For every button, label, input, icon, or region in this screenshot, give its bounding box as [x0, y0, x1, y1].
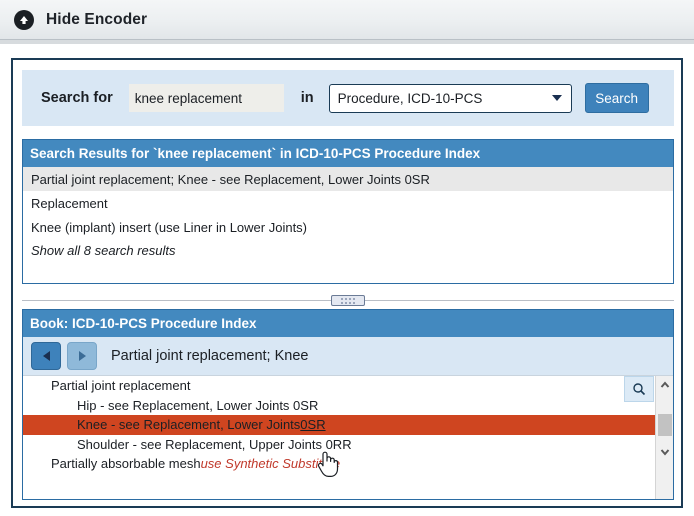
search-button[interactable]: Search: [584, 83, 649, 113]
chevron-down-icon: [551, 95, 562, 101]
circle-up-arrow-icon[interactable]: [14, 9, 34, 30]
book-panel-header: Book: ICD-10-PCS Procedure Index: [23, 310, 673, 337]
grip-dots: [353, 297, 355, 304]
chevron-down-icon: [660, 448, 670, 456]
grip-dots: [341, 297, 343, 304]
list-item-label: Knee - see Replacement, Lower Joints: [77, 417, 301, 433]
vertical-scrollbar[interactable]: [655, 376, 673, 499]
list-item-label: Partially absorbable mesh: [51, 456, 201, 472]
scroll-up-button[interactable]: [656, 376, 673, 393]
list-item[interactable]: Knee (implant) insert (use Liner in Lowe…: [23, 215, 673, 239]
triangle-right-icon: [78, 351, 86, 361]
list-item[interactable]: Shoulder - see Replacement, Upper Joints…: [23, 435, 673, 455]
see-also-note[interactable]: use Synthetic Substitute: [201, 456, 340, 471]
search-results-list: Partial joint replacement; Knee - see Re…: [23, 167, 673, 262]
search-results-panel: Search Results for `knee replacement` in…: [22, 139, 674, 284]
book-navigation-bar: Partial joint replacement; Knee: [23, 337, 673, 375]
scrollbar-thumb[interactable]: [658, 414, 672, 436]
list-item[interactable]: Partially absorbable mesh use Synthetic …: [23, 454, 673, 474]
search-scope-dropdown[interactable]: Procedure, ICD-10-PCS: [328, 83, 572, 113]
scroll-down-button[interactable]: [656, 443, 673, 460]
search-input[interactable]: [128, 84, 284, 112]
page-title: Hide Encoder: [46, 10, 148, 28]
search-results-header: Search Results for `knee replacement` in…: [23, 140, 673, 167]
grip-dots: [345, 297, 347, 304]
code-link[interactable]: 0SR: [300, 417, 325, 432]
encoder-frame: Search for in Procedure, ICD-10-PCS Sear…: [11, 58, 683, 508]
splitter-grip-icon[interactable]: [331, 295, 365, 306]
list-item-selected[interactable]: Knee - see Replacement, Lower Joints 0SR: [23, 415, 655, 435]
list-item[interactable]: Hip - see Replacement, Lower Joints 0SR: [23, 396, 673, 416]
top-bar: Hide Encoder: [0, 0, 694, 40]
list-item[interactable]: Replacement: [23, 191, 673, 215]
triangle-left-icon: [42, 351, 50, 361]
book-index-list: Partial joint replacement Hip - see Repl…: [23, 375, 673, 499]
show-all-results-link[interactable]: Show all 8 search results: [23, 239, 673, 262]
search-bar: Search for in Procedure, ICD-10-PCS Sear…: [22, 70, 674, 126]
search-scope-value: Procedure, ICD-10-PCS: [337, 90, 483, 106]
list-item[interactable]: Partial joint replacement: [23, 376, 673, 396]
panel-splitter[interactable]: [22, 295, 674, 307]
forward-button[interactable]: [67, 342, 97, 370]
breadcrumb: Partial joint replacement; Knee: [111, 348, 309, 364]
search-in-label: in: [300, 90, 314, 106]
search-for-label: Search for: [41, 90, 113, 106]
top-bar-divider: [0, 40, 694, 44]
grip-dots: [349, 297, 351, 304]
chevron-up-icon: [660, 380, 669, 388]
magnifier-icon[interactable]: [624, 376, 654, 402]
back-button[interactable]: [31, 342, 61, 370]
list-item[interactable]: Partial joint replacement; Knee - see Re…: [23, 167, 673, 191]
book-panel: Book: ICD-10-PCS Procedure Index Partial…: [22, 309, 674, 500]
